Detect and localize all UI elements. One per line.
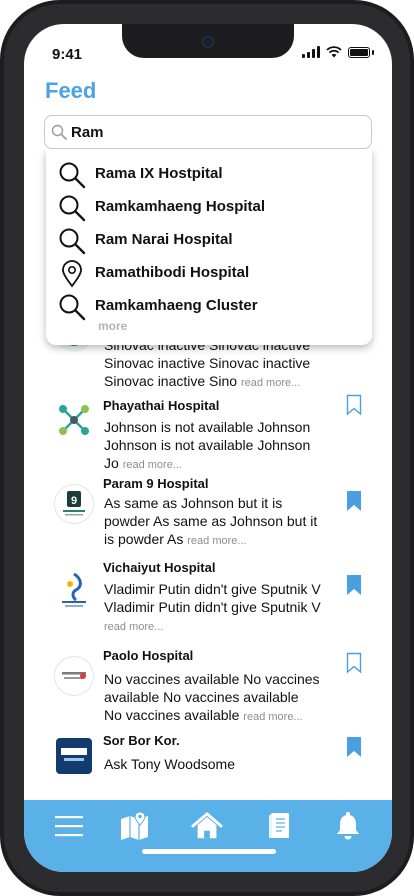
post-author: Paolo Hospital	[103, 648, 194, 663]
battery-cap	[372, 49, 374, 55]
screen: 9:41 Feed Ram Rama IX Hostpital Ramkamha…	[24, 24, 392, 872]
tab-home[interactable]	[191, 810, 223, 842]
page-title: Feed	[45, 78, 97, 103]
menu-icon	[55, 816, 83, 837]
tab-guide[interactable]	[264, 810, 296, 842]
post-text: As same as Johnson but it is powder As s…	[104, 495, 318, 547]
bookmark-outline-icon[interactable]	[346, 394, 362, 416]
tab-menu[interactable]	[53, 810, 85, 842]
post-text: Ask Tony Woodsome	[104, 756, 235, 772]
suggestion-label: Ramkamhaeng Hospital	[95, 198, 266, 215]
cellular-signal-icon	[302, 46, 320, 58]
read-more-link[interactable]: read more...	[123, 459, 182, 471]
post-author: Vichaiyut Hospital	[103, 560, 216, 575]
status-icons	[302, 46, 374, 58]
bookmark-outline-icon[interactable]	[346, 652, 362, 674]
hospital-logo	[56, 738, 92, 774]
search-icon	[59, 228, 86, 255]
read-more-link[interactable]: read more...	[187, 535, 246, 547]
read-more-link[interactable]: read more...	[243, 711, 302, 723]
bell-icon	[337, 812, 359, 840]
post-author: Param 9 Hospital	[103, 476, 209, 491]
read-more-link[interactable]: read more...	[241, 377, 300, 389]
bookmark-filled-icon[interactable]	[346, 736, 362, 758]
camera-icon	[202, 36, 214, 48]
hospital-logo	[54, 570, 94, 610]
suggestion-item[interactable]: Ramkamhaeng Cluster	[46, 291, 372, 321]
wifi-icon	[326, 46, 342, 58]
post-author: Sor Bor Kor.	[103, 733, 180, 748]
bookmark-filled-icon[interactable]	[346, 490, 362, 512]
battery-icon	[348, 46, 370, 58]
suggestion-label: Ramathibodi Hospital	[95, 264, 250, 281]
map-icon	[121, 811, 148, 840]
search-input[interactable]	[71, 120, 361, 144]
post-author: Phayathai Hospital	[103, 398, 220, 413]
suggestions-more-link[interactable]: more	[98, 319, 127, 333]
bookmark-filled-icon[interactable]	[346, 574, 362, 596]
suggestion-item[interactable]: Ramkamhaeng Hospital	[46, 192, 372, 222]
post-text: No vaccines available No vaccines availa…	[104, 671, 320, 723]
home-indicator	[142, 849, 276, 854]
post-text: Johnson is not available Johnson Johnson…	[104, 419, 311, 471]
search-icon	[51, 124, 67, 140]
search-icon	[59, 195, 86, 222]
tab-notifications[interactable]	[332, 810, 364, 842]
hospital-logo: 9	[54, 484, 94, 524]
suggestion-item[interactable]: Ramathibodi Hospital	[46, 258, 372, 288]
svg-text:9: 9	[71, 495, 77, 507]
book-icon	[269, 813, 289, 838]
read-more-link[interactable]: read more...	[104, 621, 163, 633]
phone-frame: 9:41 Feed Ram Rama IX Hostpital Ramkamha…	[0, 0, 414, 896]
search-suggestions: Rama IX Hostpital Ramkamhaeng Hospital R…	[46, 149, 372, 345]
status-time: 9:41	[52, 46, 83, 63]
suggestion-label: Ram Narai Hospital	[95, 231, 233, 248]
suggestion-label: Rama IX Hostpital	[95, 165, 223, 182]
hospital-logo	[54, 400, 94, 440]
home-icon	[191, 812, 223, 839]
suggestion-item[interactable]: Rama IX Hostpital	[46, 159, 372, 189]
notch	[122, 24, 294, 58]
hospital-logo	[54, 656, 94, 696]
tab-map[interactable]	[119, 810, 151, 842]
post-text: Vladimir Putin didn't give Sputnik V Vla…	[104, 581, 321, 633]
search-icon	[59, 162, 86, 189]
bottom-tab-bar	[24, 800, 392, 872]
location-pin-icon	[62, 260, 82, 288]
search-bar[interactable]	[44, 115, 372, 149]
suggestion-label: Ramkamhaeng Cluster	[95, 297, 258, 314]
suggestion-item[interactable]: Ram Narai Hospital	[46, 225, 372, 255]
search-icon	[59, 294, 86, 321]
